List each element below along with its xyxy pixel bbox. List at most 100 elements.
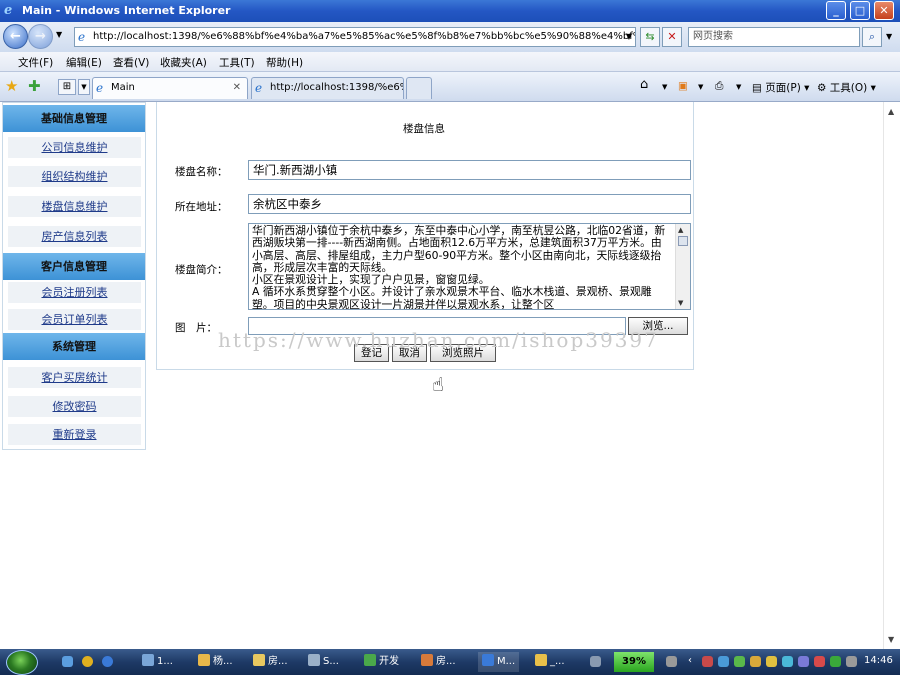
- start-button[interactable]: [6, 650, 38, 675]
- maximize-button[interactable]: □: [850, 1, 870, 20]
- back-button[interactable]: ←: [3, 24, 28, 49]
- sidebar-item-purchase-stats[interactable]: 客户买房统计: [8, 367, 141, 388]
- feeds-icon[interactable]: ▣: [678, 80, 688, 92]
- tray-icon[interactable]: [766, 656, 777, 667]
- tab-label: Main: [111, 82, 135, 93]
- taskbar-item-label: 开发: [379, 656, 399, 667]
- history-dropdown-icon[interactable]: ▼: [56, 30, 62, 39]
- tab-main[interactable]: e Main ✕: [92, 77, 248, 99]
- clock[interactable]: 14:46: [864, 655, 893, 666]
- keyboard-icon[interactable]: [590, 656, 601, 667]
- tray-icon[interactable]: [702, 656, 713, 667]
- browse-button[interactable]: 浏览...: [628, 317, 688, 335]
- url-dropdown-icon[interactable]: ▼: [626, 28, 632, 46]
- page-scroll-down-icon[interactable]: ▼: [888, 635, 894, 644]
- taskbar-item-label: S...: [323, 656, 339, 667]
- tray-expand-icon[interactable]: ‹: [688, 655, 692, 666]
- menu-favorites[interactable]: 收藏夹(A): [160, 55, 207, 70]
- menu-edit[interactable]: 编辑(E): [66, 55, 102, 70]
- window-title: Main - Windows Internet Explorer: [22, 4, 231, 17]
- refresh-icon[interactable]: ⇆: [640, 27, 660, 47]
- scroll-down-icon[interactable]: ▼: [678, 299, 683, 307]
- show-desktop-icon[interactable]: [62, 656, 73, 667]
- tray-icon[interactable]: [750, 656, 761, 667]
- battery-indicator[interactable]: 39%: [614, 652, 654, 672]
- sidebar-item-member-orders[interactable]: 会员订单列表: [8, 309, 141, 330]
- quick-tabs-icon[interactable]: ⊞: [58, 79, 76, 95]
- tab-list-icon[interactable]: ▼: [78, 79, 90, 95]
- menu-tools[interactable]: 工具(T): [219, 55, 255, 70]
- sidebar-header-customer[interactable]: 客户信息管理: [3, 253, 145, 280]
- scroll-thumb[interactable]: [678, 236, 688, 246]
- tray-icon[interactable]: [666, 656, 677, 667]
- cancel-button[interactable]: 取消: [392, 344, 427, 362]
- tray-icon[interactable]: [782, 656, 793, 667]
- tray-icon[interactable]: [798, 656, 809, 667]
- taskbar-item[interactable]: 杨...: [198, 652, 233, 672]
- ie-quicklaunch-icon[interactable]: [102, 656, 113, 667]
- taskbar-item[interactable]: _...: [535, 652, 565, 672]
- minimize-button[interactable]: _: [826, 1, 846, 20]
- menu-file[interactable]: 文件(F): [18, 55, 53, 70]
- tab-bar: ★ ✚ ⊞ ▼ e Main ✕ e http://localhost:1398/%e…: [0, 72, 900, 102]
- quicklaunch-icon[interactable]: [82, 656, 93, 667]
- sidebar-item-org-structure[interactable]: 组织结构维护: [8, 166, 141, 187]
- address-field[interactable]: 余杭区中泰乡: [248, 194, 691, 214]
- stop-icon[interactable]: ✕: [662, 27, 682, 47]
- sidebar-item-property-info[interactable]: 楼盘信息维护: [8, 196, 141, 217]
- sidebar-item-change-password[interactable]: 修改密码: [8, 396, 141, 417]
- tab-close-icon[interactable]: ✕: [233, 78, 241, 98]
- forward-button[interactable]: →: [28, 24, 53, 49]
- url-text: http://localhost:1398/%e6%88%bf%e4%ba%a7…: [93, 31, 636, 42]
- address-label: 所在地址：: [175, 201, 228, 213]
- image-file-input[interactable]: [248, 317, 626, 335]
- tools-menu-label: 工具(O): [829, 82, 868, 94]
- home-icon[interactable]: ⌂: [640, 77, 648, 92]
- tools-menu[interactable]: ⚙ 工具(O) ▾: [817, 80, 876, 95]
- print-icon[interactable]: ⎙: [715, 80, 723, 93]
- add-favorite-icon[interactable]: ✚: [28, 77, 41, 95]
- taskbar-item[interactable]: 房...: [421, 652, 456, 672]
- favorites-star-icon[interactable]: ★: [5, 77, 18, 95]
- sidebar-item-relogin[interactable]: 重新登录: [8, 424, 141, 445]
- intro-textarea[interactable]: 华门新西湖小镇位于余杭中泰乡，东至中泰中心小学，南至杭昱公路，北临02省道，新西…: [248, 223, 691, 310]
- feeds-dropdown-icon[interactable]: ▼: [698, 83, 703, 91]
- page-menu[interactable]: ▤ 页面(P) ▾: [752, 80, 809, 95]
- taskbar-item[interactable]: 房...: [253, 652, 288, 672]
- search-icon[interactable]: ⌕: [862, 27, 882, 47]
- sidebar-header-system[interactable]: 系统管理: [3, 333, 145, 360]
- search-options-icon[interactable]: ▼: [886, 32, 892, 41]
- page-scrollbar[interactable]: ▲ ▼: [883, 102, 900, 649]
- scroll-up-icon[interactable]: ▲: [678, 226, 683, 234]
- shield-icon[interactable]: [830, 656, 841, 667]
- tab-label: http://localhost:1398/%e6%...: [270, 82, 404, 93]
- sidebar-item-house-list[interactable]: 房产信息列表: [8, 226, 141, 247]
- intro-scrollbar[interactable]: ▲ ▼: [675, 224, 690, 309]
- intro-label: 楼盘简介：: [175, 264, 228, 276]
- menu-help[interactable]: 帮助(H): [266, 55, 303, 70]
- tray-icon[interactable]: [734, 656, 745, 667]
- tray-icon[interactable]: [718, 656, 729, 667]
- menu-view[interactable]: 查看(V): [113, 55, 149, 70]
- property-form: 楼盘信息 楼盘名称： 华门.新西湖小镇 所在地址： 余杭区中泰乡 楼盘简介： 华…: [156, 102, 694, 370]
- home-dropdown-icon[interactable]: ▼: [662, 83, 667, 91]
- taskbar-item-active[interactable]: M...: [478, 652, 520, 672]
- taskbar-item[interactable]: 开发: [364, 652, 399, 672]
- name-field[interactable]: 华门.新西湖小镇: [248, 160, 691, 180]
- sidebar-header-basic[interactable]: 基础信息管理: [3, 105, 145, 132]
- browse-photo-button[interactable]: 浏览照片: [430, 344, 496, 362]
- new-tab-button[interactable]: [406, 77, 432, 99]
- tab-second[interactable]: e http://localhost:1398/%e6%...: [251, 77, 404, 99]
- search-input[interactable]: 网页搜索: [688, 27, 860, 47]
- url-input[interactable]: e http://localhost:1398/%e6%88%bf%e4%ba%a…: [74, 27, 636, 47]
- print-dropdown-icon[interactable]: ▼: [736, 83, 741, 91]
- taskbar-item[interactable]: 1...: [142, 652, 173, 672]
- volume-icon[interactable]: [846, 656, 857, 667]
- sidebar-item-member-register[interactable]: 会员注册列表: [8, 282, 141, 303]
- sidebar-item-company-info[interactable]: 公司信息维护: [8, 137, 141, 158]
- tray-icon[interactable]: [814, 656, 825, 667]
- taskbar-item[interactable]: S...: [308, 652, 339, 672]
- close-button[interactable]: ✕: [874, 1, 894, 20]
- submit-button[interactable]: 登记: [354, 344, 389, 362]
- page-scroll-up-icon[interactable]: ▲: [888, 107, 894, 116]
